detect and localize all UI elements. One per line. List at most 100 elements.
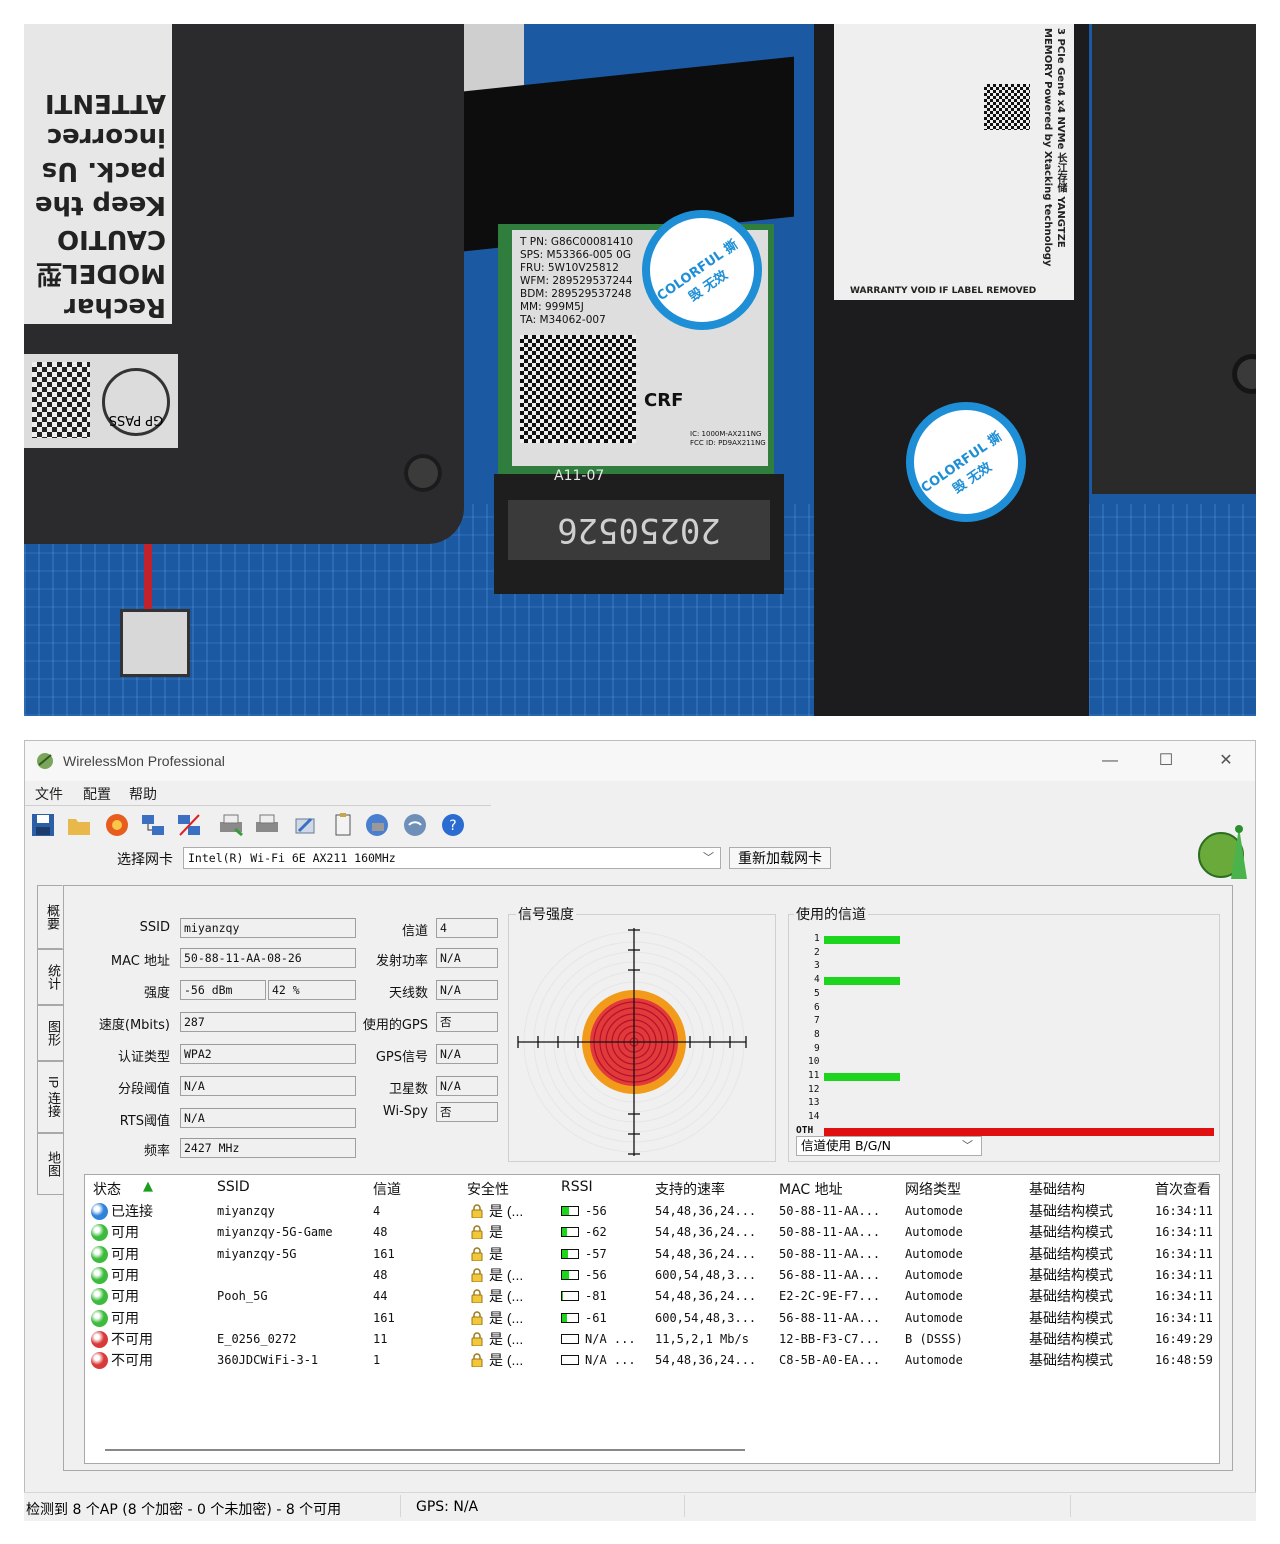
close-button[interactable]: ✕ <box>1203 749 1249 773</box>
field-label: 速度(Mbits) <box>98 1018 170 1033</box>
open-folder-icon[interactable] <box>65 811 93 839</box>
lock-icon <box>471 1204 483 1218</box>
tab-summary[interactable]: 概要 <box>37 885 63 949</box>
cell-mac: 50-88-11-AA... <box>779 1225 881 1240</box>
table-row[interactable]: 不可用 360JDCWiFi-3-1 1 是 (... N/A ... 54,48,36,… <box>85 1350 1219 1371</box>
slot-label: A11-07 <box>554 468 605 484</box>
minimize-button[interactable]: — <box>1087 749 1133 773</box>
field-value: 4 <box>436 918 498 938</box>
cell-first: 16:34:11 <box>1155 1246 1213 1261</box>
status-indicator-icon <box>91 1203 108 1220</box>
channel-tick-label: 5 <box>814 987 820 999</box>
cell-status: 可用 <box>111 1245 139 1262</box>
channel-tick-label: 7 <box>814 1015 820 1027</box>
channel-tick-label: 12 <box>808 1083 820 1095</box>
status-indicator-icon <box>91 1288 108 1306</box>
cell-infra: 基础结构模式 <box>1029 1203 1113 1219</box>
wireless-icon[interactable] <box>401 811 429 839</box>
table-row[interactable]: 可用 miyanzqy-5G-Game 48 是 -62 54,48,36,24... 50… <box>85 1222 1219 1243</box>
status-separator <box>400 1495 401 1517</box>
title-bar[interactable]: WirelessMon Professional — ☐ ✕ <box>25 741 1255 781</box>
cell-first: 16:34:11 <box>1155 1310 1213 1325</box>
column-header[interactable]: 安全性 <box>467 1179 509 1199</box>
channel-filter-select[interactable]: 信道使用 B/G/N ﹀ <box>796 1136 982 1156</box>
table-row[interactable]: 不可用 E_0256_0272 11 是 (... N/A ... 11,5,2,1 Mb… <box>85 1329 1219 1350</box>
colorful-sticker: COLORFUL 撕毁 无效 <box>642 210 762 330</box>
cell-channel: 1 <box>373 1353 381 1368</box>
tab-statistics[interactable]: 统计 <box>37 949 63 1005</box>
cell-nettype: Automode <box>905 1310 963 1325</box>
save-icon[interactable] <box>29 811 57 839</box>
field-label: MAC 地址 <box>110 954 170 969</box>
rssi-bar-fill <box>562 1313 568 1322</box>
column-header[interactable]: RSSI <box>561 1179 593 1195</box>
rssi-bar <box>561 1269 579 1280</box>
channel-filter-value: 信道使用 B/G/N <box>801 1138 892 1153</box>
table-row[interactable]: 已连接 miyanzqy 4 是 (... -56 54,48,36,24... 50-88… <box>85 1201 1219 1222</box>
lock-icon <box>471 1246 483 1261</box>
rssi-bar <box>561 1312 579 1323</box>
channel-usage-bar <box>824 1073 900 1081</box>
field-label: 频率 <box>143 1144 170 1159</box>
clipboard-icon[interactable] <box>329 811 357 839</box>
cell-infra: 基础结构模式 <box>1029 1288 1113 1305</box>
menu-help[interactable]: 帮助 <box>129 784 157 804</box>
battery-label-line: pack. Us <box>41 156 166 186</box>
cell-first: 16:34:11 <box>1155 1289 1213 1304</box>
table-row[interactable]: 可用 161 是 (... -61 600,54,48,3... 56-88-11-AA.… <box>85 1308 1219 1329</box>
field-label: 发射功率 <box>375 954 428 969</box>
tab-map[interactable]: 地图 <box>37 1133 63 1195</box>
printer-icon[interactable] <box>217 811 245 839</box>
column-header[interactable]: SSID <box>217 1179 250 1195</box>
menu-file[interactable]: 文件 <box>35 784 63 804</box>
network-globe-icon[interactable] <box>363 811 391 839</box>
table-row[interactable]: 可用 miyanzqy-5G 161 是 -57 54,48,36,24... 50-88-… <box>85 1244 1219 1265</box>
chevron-down-icon: ﹀ <box>962 1139 973 1152</box>
column-header[interactable]: 网络类型 <box>905 1179 961 1199</box>
battery-label: Rechar MODEL型 CAUTIO Keep the pack. Us i… <box>24 24 172 324</box>
cell-ssid: miyanzqy <box>217 1204 275 1218</box>
field-label: GPS信号 <box>375 1050 428 1065</box>
sort-ascending-icon[interactable]: ▲ <box>143 1179 153 1194</box>
table-row[interactable]: 可用 48 是 (... -56 600,54,48,3... 56-88-11-AA..… <box>85 1265 1219 1286</box>
help-icon[interactable]: ? <box>439 811 467 839</box>
column-header[interactable]: 状态 <box>93 1179 121 1199</box>
lock-icon <box>471 1289 483 1304</box>
cell-security: 是 (... <box>489 1352 524 1369</box>
maximize-button[interactable]: ☐ <box>1143 749 1189 773</box>
cell-security: 是 <box>489 1245 503 1262</box>
column-header[interactable]: 支持的速率 <box>655 1179 725 1199</box>
lock-icon <box>471 1310 483 1325</box>
field-value: N/A <box>436 948 498 968</box>
network-disconnect-icon[interactable] <box>175 811 203 839</box>
cell-security: 是 (... <box>489 1266 524 1283</box>
network-icon[interactable] <box>139 811 167 839</box>
print-preview-icon[interactable] <box>253 811 281 839</box>
fcc-text: IC: 1000M-AX211NG FCC ID: PD9AX211NG <box>690 430 770 448</box>
tab-graph[interactable]: 图形 <box>37 1005 63 1061</box>
tools-icon[interactable] <box>291 811 319 839</box>
cell-first: 16:48:59 <box>1155 1353 1213 1368</box>
column-header[interactable]: 信道 <box>373 1179 401 1199</box>
reload-adapter-button[interactable]: 重新加载网卡 <box>729 847 831 869</box>
menu-config[interactable]: 配置 <box>83 784 111 804</box>
column-header[interactable]: MAC 地址 <box>779 1179 843 1199</box>
column-header[interactable]: 基础结构 <box>1029 1179 1085 1199</box>
rssi-bar <box>561 1333 579 1344</box>
column-header[interactable]: 首次查看 <box>1155 1179 1211 1199</box>
table-row[interactable]: 可用 Pooh_5G 44 是 (... -81 54,48,36,24... E2-2C-… <box>85 1286 1219 1307</box>
horizontal-scrollbar[interactable] <box>105 1449 745 1451</box>
record-icon[interactable] <box>103 811 131 839</box>
tab-ip-connection[interactable]: IP 连接 <box>37 1061 63 1133</box>
adapter-select[interactable]: Intel(R) Wi-Fi 6E AX211 160MHz ﹀ <box>183 847 721 869</box>
field-label: Wi-Spy <box>382 1104 428 1119</box>
cell-rssi: N/A ... <box>585 1353 636 1368</box>
rssi-bar <box>561 1206 579 1216</box>
cell-nettype: Automode <box>905 1289 963 1304</box>
channel-tick-label: 11 <box>808 1070 820 1081</box>
field-label: 认证类型 <box>117 1050 170 1065</box>
status-indicator-icon <box>91 1224 108 1242</box>
black-tape <box>464 56 794 252</box>
cell-first: 16:34:11 <box>1155 1267 1213 1282</box>
field-value: 42 % <box>268 980 356 1000</box>
